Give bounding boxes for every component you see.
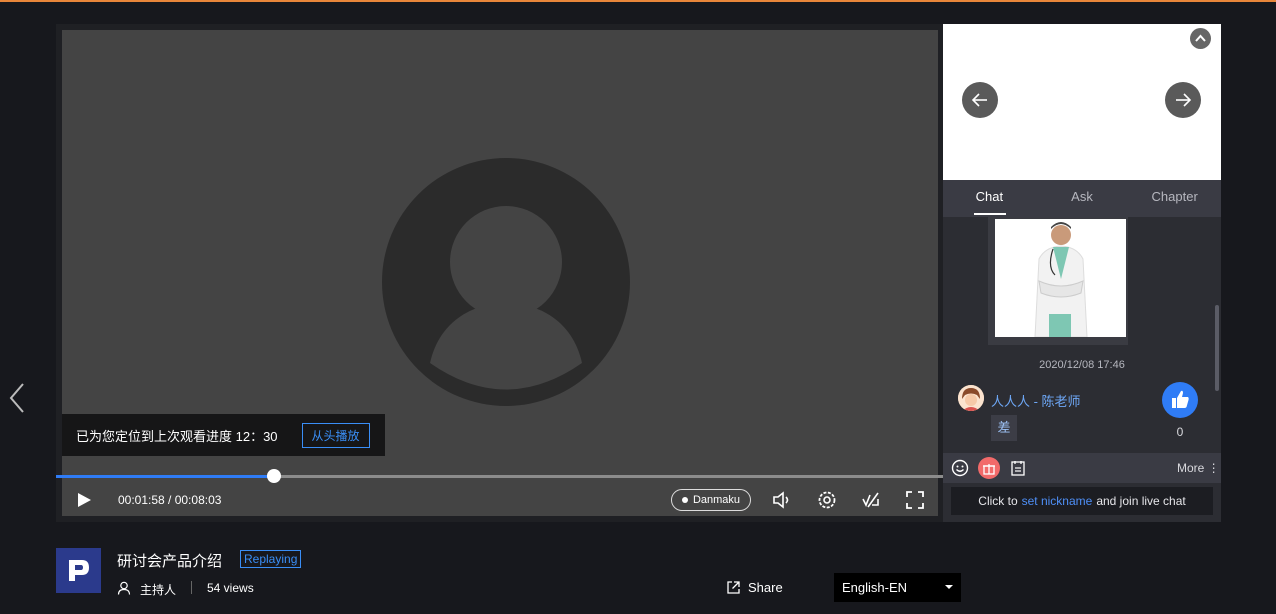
arrow-right-icon[interactable]: [1165, 82, 1201, 118]
more-label: More: [1177, 461, 1205, 475]
notes-icon[interactable]: [1009, 459, 1027, 477]
chat-prompt-prefix: Click to: [978, 494, 1018, 508]
video-title: 研讨会产品介绍: [117, 553, 223, 570]
avatar-placeholder-icon: [382, 158, 630, 406]
chat-username[interactable]: 人人人 - 陈老师: [991, 391, 1081, 410]
play-icon[interactable]: [76, 492, 92, 508]
channel-logo[interactable]: [56, 548, 101, 593]
chat-toolbar: More ⋮: [943, 453, 1221, 483]
tab-ask-label: Ask: [1071, 189, 1093, 204]
line-switch-icon[interactable]: [860, 489, 882, 511]
progress-bar[interactable]: [56, 469, 943, 483]
slide-viewer: [943, 24, 1221, 180]
chevron-up-icon[interactable]: [1190, 28, 1211, 49]
tab-ask[interactable]: Ask: [1036, 180, 1129, 217]
chevron-left-icon[interactable]: [6, 380, 28, 416]
settings-icon[interactable]: [816, 489, 838, 511]
chat-message-text: 差: [991, 415, 1017, 441]
video-info: 研讨会产品介绍 Replaying 主持人 54 views Share Eng…: [56, 548, 1226, 604]
chat-join-prompt[interactable]: Click to set nickname and join live chat: [951, 487, 1213, 515]
chat-timestamp: 2020/12/08 17:46: [1039, 359, 1125, 371]
player-controls: 00:01:58 / 00:08:03 Danmaku: [62, 482, 938, 518]
language-select[interactable]: English-EN: [834, 573, 961, 602]
like-count: 0: [1176, 425, 1184, 439]
top-accent-bar: [0, 0, 1276, 2]
resume-text: 已为您定位到上次观看进度 12：30: [76, 428, 278, 444]
arrow-left-icon[interactable]: [962, 82, 998, 118]
resume-notice: 已为您定位到上次观看进度 12：30 从头播放: [62, 414, 385, 456]
progress-fill: [56, 475, 275, 478]
language-value: English-EN: [842, 580, 908, 595]
divider: [191, 581, 192, 594]
thumbs-up-icon[interactable]: [1162, 382, 1198, 418]
user-icon: [117, 581, 131, 595]
danmaku-dot: [681, 497, 688, 503]
danmaku-toggle[interactable]: Danmaku: [671, 489, 751, 511]
doctor-photo: [995, 219, 1126, 337]
chat-prompt-suffix: and join live chat: [1096, 494, 1186, 508]
chat-scrollbar[interactable]: [1215, 305, 1219, 391]
set-nickname-link[interactable]: set nickname: [1022, 494, 1093, 508]
tab-chapter-label: Chapter: [1151, 189, 1198, 204]
side-tabs: Chat Ask Chapter: [943, 180, 1221, 217]
tab-chat-label: Chat: [975, 189, 1004, 204]
share-icon: [727, 581, 740, 594]
gift-icon[interactable]: [978, 457, 1000, 479]
share-label: Share: [748, 580, 783, 595]
avatar: [958, 385, 984, 411]
more-button[interactable]: More ⋮: [1177, 461, 1220, 475]
volume-icon[interactable]: [771, 489, 793, 511]
host-name: 主持人: [140, 583, 177, 597]
danmaku-label: Danmaku: [692, 494, 741, 506]
caret-down-icon: [945, 585, 953, 589]
emoji-icon[interactable]: [951, 459, 969, 477]
tab-chapter[interactable]: Chapter: [1128, 180, 1221, 217]
view-count: 54 views: [207, 581, 254, 595]
replay-from-start-button[interactable]: 从头播放: [301, 422, 370, 448]
chat-messages[interactable]: 2020/12/08 17:46 人人人 - 陈老师 差 0: [943, 217, 1221, 453]
share-button[interactable]: Share: [726, 580, 783, 595]
tab-chat[interactable]: Chat: [943, 180, 1036, 217]
time-display: 00:01:58 / 00:08:03: [118, 493, 222, 507]
status-badge: Replaying: [240, 550, 302, 568]
chat-image-message[interactable]: [988, 217, 1128, 345]
fullscreen-icon[interactable]: [904, 489, 926, 511]
side-panel: Chat Ask Chapter 2020/12/08 17:46 人人人 - …: [943, 24, 1221, 522]
